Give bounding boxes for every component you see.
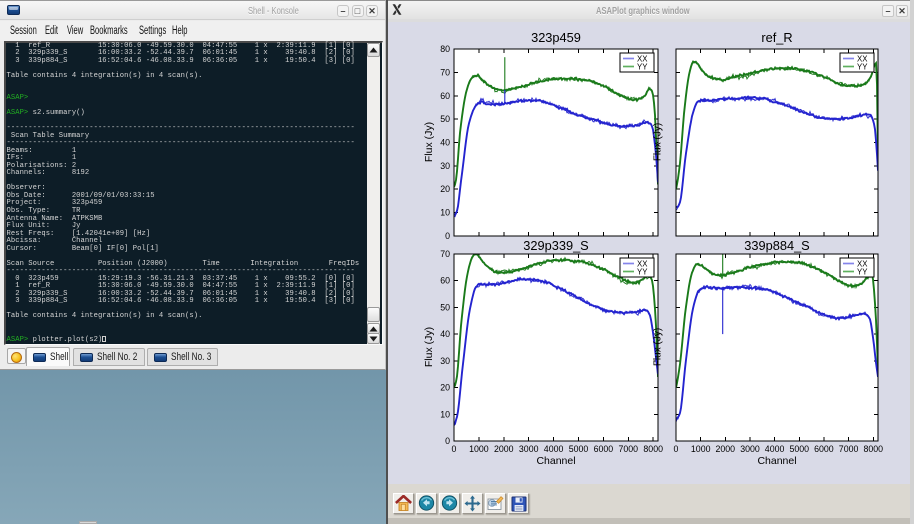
svg-text:10: 10 — [440, 409, 450, 419]
svg-text:2000: 2000 — [716, 444, 736, 454]
svg-text:70: 70 — [440, 249, 450, 259]
svg-text:4000: 4000 — [544, 444, 564, 454]
svg-text:Channel: Channel — [536, 455, 575, 467]
svg-text:5000: 5000 — [569, 444, 589, 454]
svg-text:8000: 8000 — [643, 444, 663, 454]
svg-text:YY: YY — [857, 268, 868, 277]
svg-text:50: 50 — [440, 302, 450, 312]
svg-text:0: 0 — [674, 444, 679, 454]
svg-text:6000: 6000 — [594, 444, 614, 454]
svg-text:1000: 1000 — [691, 444, 711, 454]
svg-text:10: 10 — [440, 208, 450, 218]
svg-text:50: 50 — [440, 114, 450, 124]
svg-text:20: 20 — [440, 184, 450, 194]
svg-text:YY: YY — [637, 268, 648, 277]
svg-text:Flux (Jy): Flux (Jy) — [423, 327, 435, 367]
svg-text:2000: 2000 — [494, 444, 514, 454]
svg-text:30: 30 — [440, 356, 450, 366]
svg-text:3000: 3000 — [740, 444, 760, 454]
svg-text:4000: 4000 — [765, 444, 785, 454]
svg-text:70: 70 — [440, 67, 450, 77]
svg-text:Flux (Jy): Flux (Jy) — [423, 122, 435, 162]
svg-text:40: 40 — [440, 138, 450, 148]
svg-text:0: 0 — [445, 231, 450, 241]
svg-text:0: 0 — [452, 444, 457, 454]
svg-text:80: 80 — [440, 44, 450, 54]
svg-text:329p339_S: 329p339_S — [523, 238, 588, 253]
svg-text:Channel: Channel — [757, 455, 796, 467]
svg-text:5000: 5000 — [790, 444, 810, 454]
svg-text:0: 0 — [445, 436, 450, 446]
svg-text:20: 20 — [440, 383, 450, 393]
svg-text:40: 40 — [440, 329, 450, 339]
svg-text:60: 60 — [440, 276, 450, 286]
svg-text:30: 30 — [440, 161, 450, 171]
svg-text:60: 60 — [440, 91, 450, 101]
svg-text:3000: 3000 — [519, 444, 539, 454]
svg-text:YY: YY — [857, 63, 868, 72]
svg-text:8000: 8000 — [864, 444, 884, 454]
svg-text:339p884_S: 339p884_S — [744, 238, 809, 253]
svg-text:Flux (Jy): Flux (Jy) — [653, 123, 664, 161]
svg-text:ref_R: ref_R — [761, 30, 792, 45]
svg-text:1000: 1000 — [469, 444, 489, 454]
svg-text:7000: 7000 — [839, 444, 859, 454]
svg-text:7000: 7000 — [619, 444, 639, 454]
svg-text:323p459: 323p459 — [531, 30, 581, 45]
svg-text:6000: 6000 — [814, 444, 834, 454]
svg-text:Flux (Jy): Flux (Jy) — [653, 328, 664, 366]
svg-text:YY: YY — [637, 63, 648, 72]
